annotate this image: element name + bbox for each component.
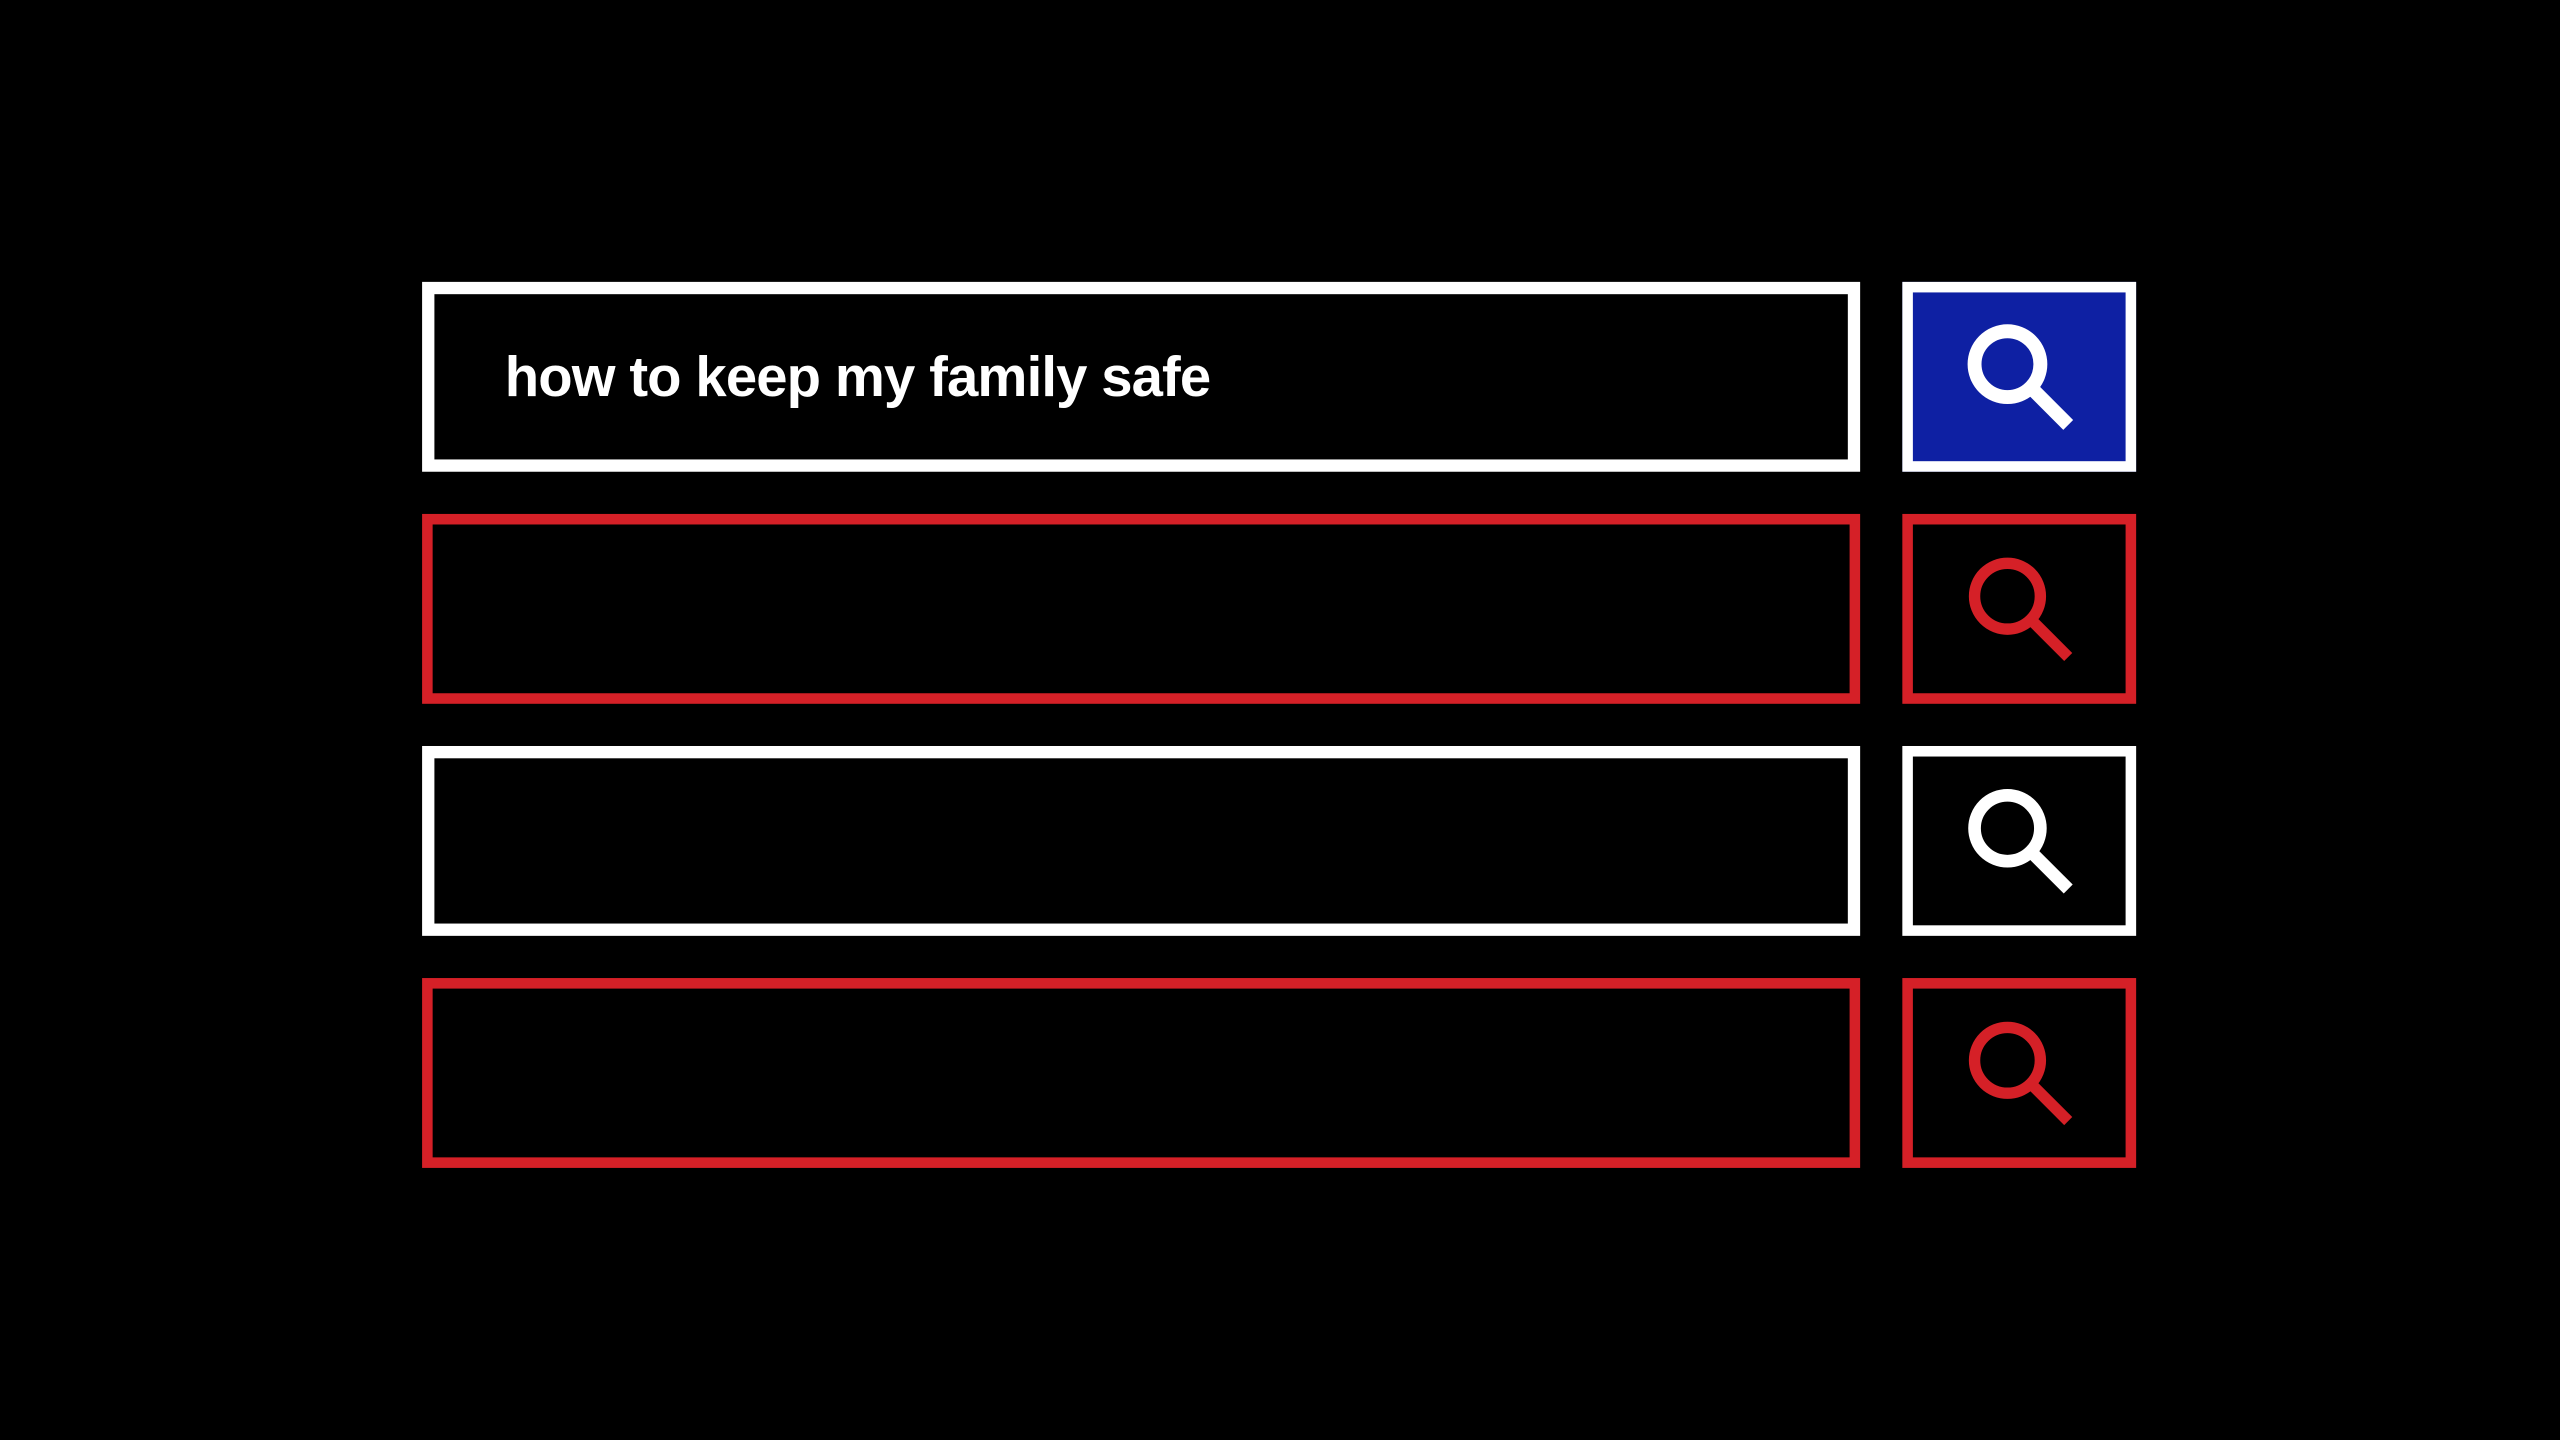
search-input-4[interactable] xyxy=(422,978,1860,1168)
search-input-3[interactable] xyxy=(422,745,1860,935)
search-rows: how to keep my family safe xyxy=(422,281,2136,1167)
search-button-1[interactable] xyxy=(1902,281,2136,471)
search-button-2[interactable] xyxy=(1902,513,2136,703)
search-button-3[interactable] xyxy=(1902,745,2136,935)
search-button-4[interactable] xyxy=(1902,978,2136,1168)
search-icon xyxy=(1956,545,2083,672)
search-row-2 xyxy=(422,513,2136,703)
search-input-2[interactable] xyxy=(422,513,1860,703)
search-row-4 xyxy=(422,978,2136,1168)
search-icon xyxy=(1956,777,2083,904)
search-icon xyxy=(1956,1009,2083,1136)
search-row-3 xyxy=(422,745,2136,935)
search-input-1[interactable]: how to keep my family safe xyxy=(422,281,1860,471)
stage: how to keep my family safe xyxy=(0,0,2560,1440)
search-row-1: how to keep my family safe xyxy=(422,281,2136,471)
search-text-1: how to keep my family safe xyxy=(505,344,1211,409)
search-icon xyxy=(1956,313,2083,440)
